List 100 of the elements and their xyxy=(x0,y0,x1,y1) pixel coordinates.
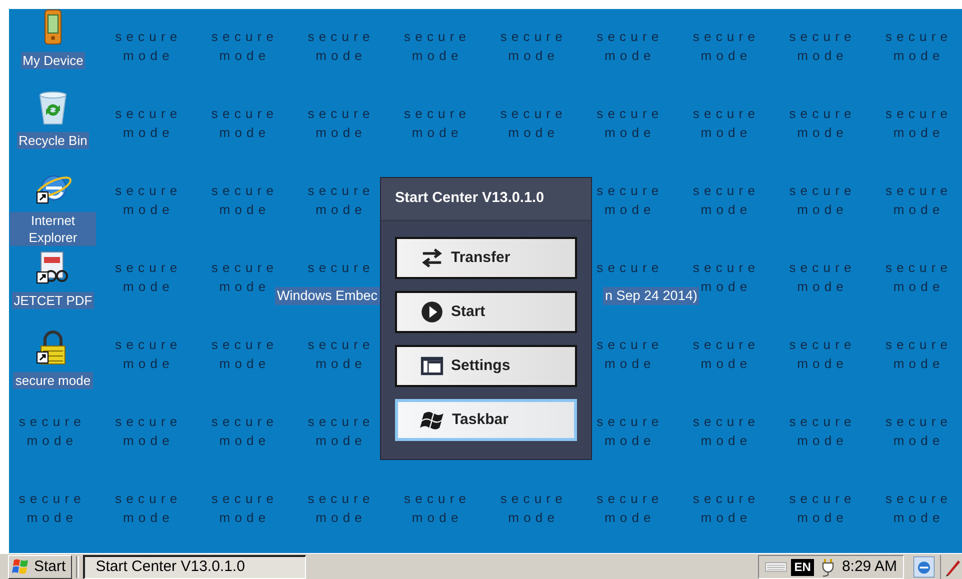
wallpaper-text: mode xyxy=(892,124,944,142)
pen-icon[interactable] xyxy=(940,555,962,579)
wallpaper-text: secure xyxy=(499,490,567,508)
wallpaper-text: secure xyxy=(596,105,664,123)
wallpaper-text: mode xyxy=(410,509,463,527)
wallpaper-text: mode xyxy=(122,47,174,65)
wallpaper-text: secure xyxy=(114,413,182,431)
wallpaper-text: mode xyxy=(218,355,270,373)
menu-button[interactable]: Taskbar xyxy=(395,399,577,441)
wallpaper-text: mode xyxy=(218,124,270,142)
wallpaper-text: secure xyxy=(884,105,952,123)
wallpaper-text: mode xyxy=(892,278,944,296)
icon-label[interactable]: Internet Explorer xyxy=(10,212,96,246)
wallpaper-text: mode xyxy=(892,432,944,450)
wallpaper-text: secure xyxy=(403,490,471,508)
start-button[interactable]: Start xyxy=(8,555,72,579)
wallpaper-text: mode xyxy=(218,278,270,296)
wallpaper-text: secure xyxy=(114,259,182,277)
wallpaper-text: secure xyxy=(884,413,952,431)
icon-label[interactable]: My Device xyxy=(20,52,86,69)
wallpaper-text: secure xyxy=(306,105,374,123)
wallpaper-text: secure xyxy=(306,182,374,200)
wallpaper-text: secure xyxy=(306,413,374,431)
wallpaper-text: mode xyxy=(314,509,366,527)
wallpaper-text: mode xyxy=(314,355,366,373)
wallpaper-text: mode xyxy=(700,355,752,373)
wallpaper-text: secure xyxy=(596,259,664,277)
wallpaper-text: secure xyxy=(210,182,278,200)
wallpaper-text: secure xyxy=(114,28,182,46)
wallpaper-text: secure xyxy=(788,490,856,508)
wallpaper-text: mode xyxy=(796,201,848,219)
wallpaper-text: secure xyxy=(692,28,760,46)
wallpaper-text: mode xyxy=(314,432,366,450)
wallpaper-text: mode xyxy=(507,47,560,65)
wallpaper-text: secure xyxy=(210,490,278,508)
wallpaper-text: secure xyxy=(306,259,374,277)
wallpaper-text: secure xyxy=(788,182,856,200)
play-icon xyxy=(419,299,445,325)
wallpaper-text: secure xyxy=(692,105,760,123)
wallpaper-text: mode xyxy=(507,509,560,527)
wallpaper-text: mode xyxy=(122,432,174,450)
clock[interactable]: 8:29 AM xyxy=(842,556,897,578)
menu-button[interactable]: Transfer xyxy=(395,237,577,279)
wallpaper-text: secure xyxy=(692,182,760,200)
wallpaper-text: mode xyxy=(700,509,752,527)
wallpaper-text: secure xyxy=(210,105,278,123)
wallpaper-text: mode xyxy=(314,124,366,142)
language-indicator[interactable]: EN xyxy=(791,558,814,576)
icon-label[interactable]: secure mode xyxy=(13,372,93,389)
wallpaper-text: mode xyxy=(796,47,848,65)
wallpaper-text: mode xyxy=(892,355,944,373)
wallpaper-text: secure xyxy=(884,259,952,277)
wallpaper-text: mode xyxy=(410,47,463,65)
wallpaper-text: secure xyxy=(692,336,760,354)
wallpaper-text: mode xyxy=(796,124,848,142)
wallpaper-text: secure xyxy=(114,490,182,508)
wallpaper-text: secure xyxy=(306,28,374,46)
wallpaper-text: secure xyxy=(210,28,278,46)
wallpaper-text: secure xyxy=(788,28,856,46)
wallpaper-text: secure xyxy=(788,105,856,123)
icon-label[interactable]: Recycle Bin xyxy=(16,132,90,149)
wallpaper-text: secure xyxy=(884,490,952,508)
wallpaper-text: secure xyxy=(596,28,664,46)
wallpaper-text: secure xyxy=(884,182,952,200)
wallpaper-text: mode xyxy=(603,509,656,527)
wallpaper-text: secure xyxy=(210,336,278,354)
menu-button[interactable]: Settings xyxy=(395,345,577,387)
wallpaper-text: secure xyxy=(884,336,952,354)
wallpaper-text: mode xyxy=(410,124,463,142)
wallpaper-text: secure xyxy=(114,182,182,200)
wallpaper-text: mode xyxy=(218,432,270,450)
wallpaper-text: mode xyxy=(122,278,174,296)
icon-label[interactable]: JETCET PDF xyxy=(12,292,94,309)
desktop-version-text: n Sep 24 2014) xyxy=(603,287,700,305)
wallpaper-text: secure xyxy=(692,490,760,508)
wallpaper-text: secure xyxy=(788,336,856,354)
wallpaper-text: secure xyxy=(788,259,856,277)
wallpaper-text: secure xyxy=(306,490,374,508)
wallpaper-text: mode xyxy=(700,278,752,296)
menu-button[interactable]: Start xyxy=(395,291,577,333)
wallpaper-text: mode xyxy=(603,355,656,373)
wallpaper-text: mode xyxy=(603,47,656,65)
wallpaper-text: secure xyxy=(596,336,664,354)
wallpaper-text: secure xyxy=(692,259,760,277)
wallpaper-text: mode xyxy=(314,201,366,219)
wallpaper-text: secure xyxy=(18,490,86,508)
wallpaper-text: secure xyxy=(210,259,278,277)
dialog-title: Start Center V13.0.1.0 xyxy=(381,178,591,221)
wallpaper-text: secure xyxy=(306,336,374,354)
wallpaper-text: secure xyxy=(788,413,856,431)
wallpaper-text: secure xyxy=(499,28,567,46)
wallpaper-text: secure xyxy=(114,336,182,354)
wallpaper-text: mode xyxy=(218,201,270,219)
wallpaper-text: secure xyxy=(596,490,664,508)
wallpaper-text: mode xyxy=(507,124,560,142)
wallpaper-text: mode xyxy=(122,124,174,142)
desktop-version-text: Windows Embec xyxy=(275,287,380,305)
task-button[interactable]: Start Center V13.0.1.0 xyxy=(82,555,306,579)
wallpaper-text: mode xyxy=(700,47,752,65)
wallpaper-text: mode xyxy=(700,432,752,450)
